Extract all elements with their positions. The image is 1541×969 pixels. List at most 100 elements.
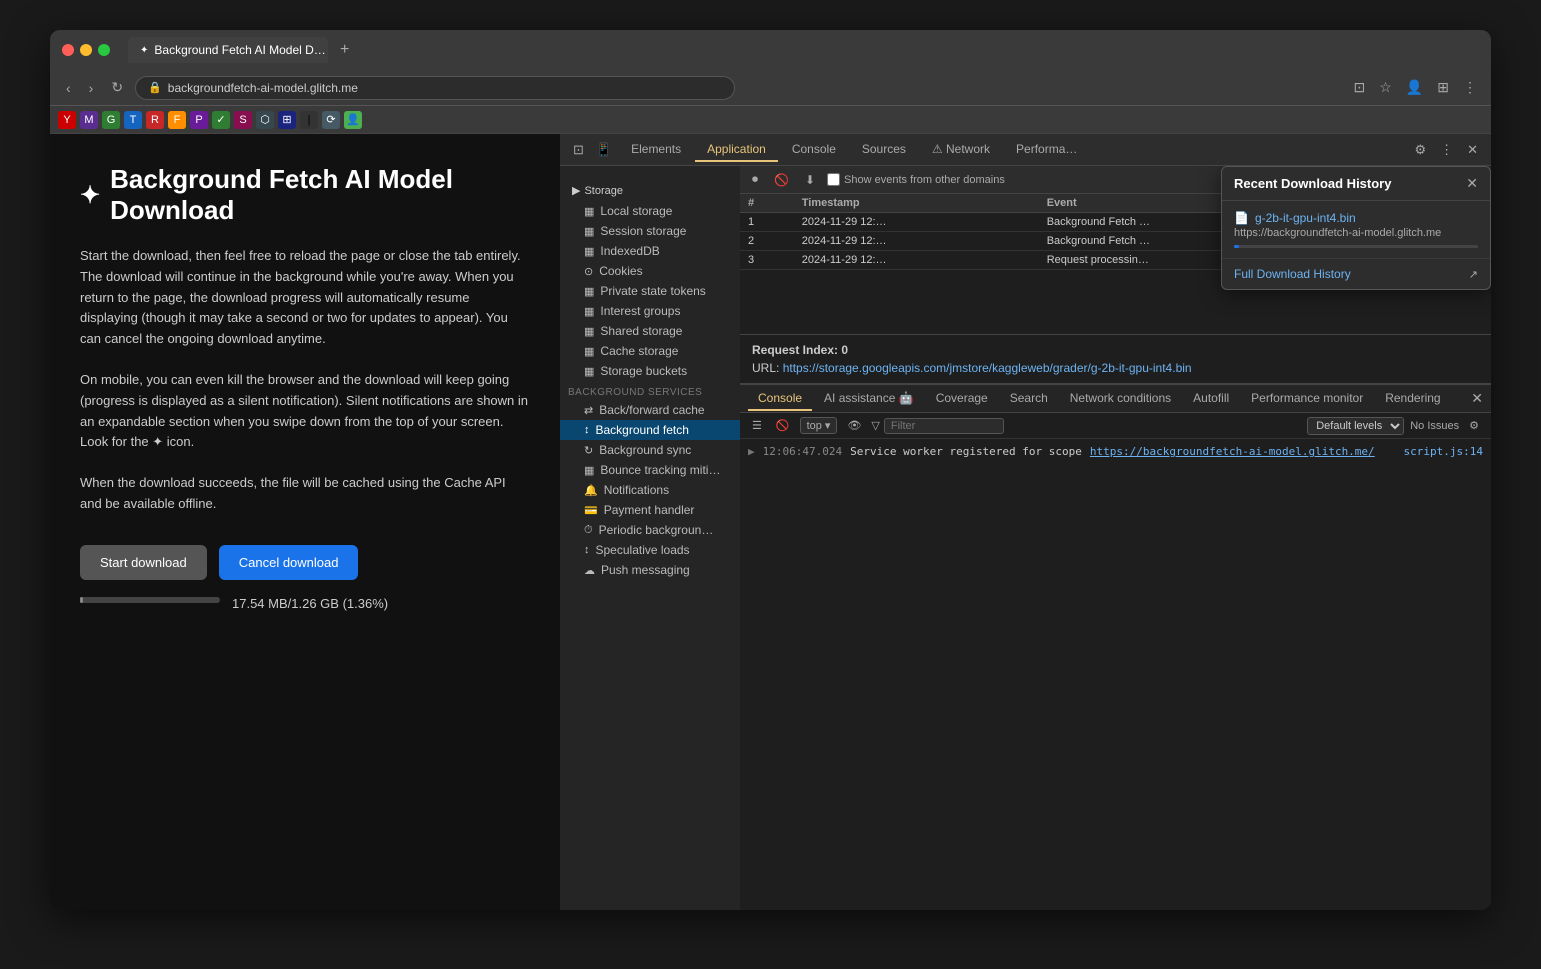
console-tab-search[interactable]: Search [1000, 387, 1058, 411]
sidebar-item-private-state[interactable]: ▦ Private state tokens [560, 281, 740, 301]
ext-icon-1[interactable]: Y [58, 111, 76, 129]
devtools-more-btn[interactable]: ⋮ [1435, 140, 1458, 160]
ext-icon-11[interactable]: ⊞ [278, 111, 296, 129]
file-icon: 📄 [1234, 211, 1249, 225]
other-domains-checkbox-label[interactable]: Show events from other domains [827, 173, 1005, 186]
sidebar-item-shared-storage[interactable]: ▦ Shared storage [560, 321, 740, 341]
sidebar-item-local-storage[interactable]: ▦ Local storage [560, 201, 740, 221]
storage-header[interactable]: ▶Storage [560, 180, 740, 201]
popup-close-button[interactable]: ✕ [1466, 175, 1478, 192]
sidebar-item-back-forward-cache[interactable]: ⇄ Back/forward cache [560, 400, 740, 420]
console-settings-btn[interactable]: ⚙ [1465, 417, 1483, 434]
sidebar-item-background-fetch[interactable]: ↕ Background fetch [560, 420, 740, 440]
back-forward-cache-label: Back/forward cache [599, 403, 704, 417]
console-sidebar-btn[interactable]: ☰ [748, 417, 766, 434]
external-link-icon[interactable]: ↗ [1469, 268, 1478, 281]
other-domains-checkbox[interactable] [827, 173, 840, 186]
ext-icon-7[interactable]: P [190, 111, 208, 129]
minimize-button[interactable] [80, 44, 92, 56]
notifications-label: Notifications [604, 483, 669, 497]
ext-icon-3[interactable]: G [102, 111, 120, 129]
clear-button[interactable]: 🚫 [770, 171, 793, 189]
console-eye-btn[interactable]: 👁 [843, 417, 865, 434]
reload-button[interactable]: ↻ [105, 77, 129, 98]
ext-icon-8[interactable]: ✓ [212, 111, 230, 129]
start-download-button[interactable]: Start download [80, 545, 207, 580]
ext-icon-10[interactable]: ⬡ [256, 111, 274, 129]
ext-icon-5[interactable]: R [146, 111, 164, 129]
popup-progress-track [1234, 245, 1478, 248]
download-log-button[interactable]: ⬇ [801, 171, 819, 189]
extensions-icon[interactable]: ⊞ [1433, 77, 1453, 98]
new-tab-button[interactable]: + [332, 39, 357, 61]
menu-icon[interactable]: ⋮ [1459, 77, 1481, 98]
console-close-button[interactable]: ✕ [1471, 390, 1483, 407]
console-tab-console[interactable]: Console [748, 387, 812, 411]
sidebar-item-push-messaging[interactable]: ☁ Push messaging [560, 560, 740, 580]
record-button[interactable]: ⏺ [748, 170, 762, 189]
ext-icon-13[interactable]: 👤 [344, 111, 362, 129]
sidebar-item-interest-groups[interactable]: ▦ Interest groups [560, 301, 740, 321]
forward-button[interactable]: › [83, 78, 100, 98]
popup-title: Recent Download History [1234, 176, 1466, 191]
ext-icon-6[interactable]: F [168, 111, 186, 129]
devtools-topbar: ⊡ 📱 Elements Application Console Sources… [560, 134, 1491, 166]
ext-icon-4[interactable]: T [124, 111, 142, 129]
ext-icon-2[interactable]: M [80, 111, 98, 129]
console-clear-btn[interactable]: 🚫 [772, 417, 794, 434]
request-url[interactable]: https://storage.googleapis.com/jmstore/k… [783, 361, 1192, 375]
session-storage-label: Session storage [600, 224, 686, 238]
back-button[interactable]: ‹ [60, 78, 77, 98]
console-tab-ai[interactable]: AI assistance 🤖 [814, 387, 924, 411]
devtools-icon-2[interactable]: 📱 [591, 140, 617, 160]
cancel-download-button[interactable]: Cancel download [219, 545, 359, 580]
tab-console[interactable]: Console [780, 138, 848, 162]
sidebar-item-payment-handler[interactable]: 💳 Payment handler [560, 500, 740, 520]
fullscreen-button[interactable] [98, 44, 110, 56]
nav-bar: ‹ › ↻ 🔒 backgroundfetch-ai-model.glitch.… [50, 70, 1491, 106]
bookmark-icon[interactable]: ☆ [1375, 77, 1396, 98]
tab-performance[interactable]: Performa… [1004, 138, 1089, 162]
sidebar-item-storage-buckets[interactable]: ▦ Storage buckets [560, 361, 740, 381]
tab-sources[interactable]: Sources [850, 138, 918, 162]
col-id: # [740, 194, 794, 213]
console-tab-network-conditions[interactable]: Network conditions [1060, 387, 1181, 411]
console-log-area: ▶ 12:06:47.024 Service worker registered… [740, 439, 1491, 513]
console-tab-performance-monitor[interactable]: Performance monitor [1241, 387, 1373, 411]
active-tab[interactable]: ✦ Background Fetch AI Model D… ✕ [128, 37, 328, 63]
close-button[interactable] [62, 44, 74, 56]
sidebar-item-bounce-tracking[interactable]: ▦ Bounce tracking miti… [560, 460, 740, 480]
log-link[interactable]: https://backgroundfetch-ai-model.glitch.… [1090, 445, 1375, 458]
ext-icon-9[interactable]: S [234, 111, 252, 129]
devtools-close-btn[interactable]: ✕ [1462, 140, 1483, 160]
sidebar-item-cookies[interactable]: ⊙ Cookies [560, 261, 740, 281]
tab-network[interactable]: ⚠ Network [920, 138, 1002, 162]
address-bar[interactable]: 🔒 backgroundfetch-ai-model.glitch.me [135, 76, 735, 100]
sidebar-item-cache-storage[interactable]: ▦ Cache storage [560, 341, 740, 361]
full-history-link[interactable]: Full Download History [1234, 267, 1351, 281]
console-tab-rendering[interactable]: Rendering [1375, 387, 1450, 411]
ext-icon-12[interactable]: ⟳ [322, 111, 340, 129]
devtools-icon-1[interactable]: ⊡ [568, 140, 589, 160]
popup-download-item: 📄 g-2b-it-gpu-int4.bin https://backgroun… [1222, 201, 1490, 259]
sidebar-item-speculative-loads[interactable]: ↕ Speculative loads [560, 540, 740, 560]
console-tab-coverage[interactable]: Coverage [926, 387, 998, 411]
console-toolbar: ☰ 🚫 top ▾ 👁 ▽ Default levels [740, 413, 1491, 439]
sidebar-item-indexeddb[interactable]: ▦ IndexedDB [560, 241, 740, 261]
cast-icon[interactable]: ⊡ [1350, 77, 1370, 98]
tab-elements[interactable]: Elements [619, 138, 693, 162]
tab-application[interactable]: Application [695, 138, 778, 162]
sidebar-item-session-storage[interactable]: ▦ Session storage [560, 221, 740, 241]
sidebar-item-periodic-background[interactable]: ⏱ Periodic backgroun… [560, 520, 740, 540]
bounce-tracking-label: Bounce tracking miti… [600, 463, 720, 477]
log-level-select[interactable]: Default levels [1307, 417, 1404, 435]
sidebar-item-notifications[interactable]: 🔔 Notifications [560, 480, 740, 500]
log-source[interactable]: script.js:14 [1404, 445, 1483, 458]
filter-input[interactable] [884, 418, 1004, 434]
log-arrow[interactable]: ▶ [748, 445, 755, 458]
profile-icon[interactable]: 👤 [1402, 77, 1427, 98]
devtools-settings-btn[interactable]: ⚙ [1409, 140, 1431, 160]
console-tab-autofill[interactable]: Autofill [1183, 387, 1239, 411]
sidebar-item-background-sync[interactable]: ↻ Background sync [560, 440, 740, 460]
context-selector[interactable]: top ▾ [800, 417, 838, 434]
